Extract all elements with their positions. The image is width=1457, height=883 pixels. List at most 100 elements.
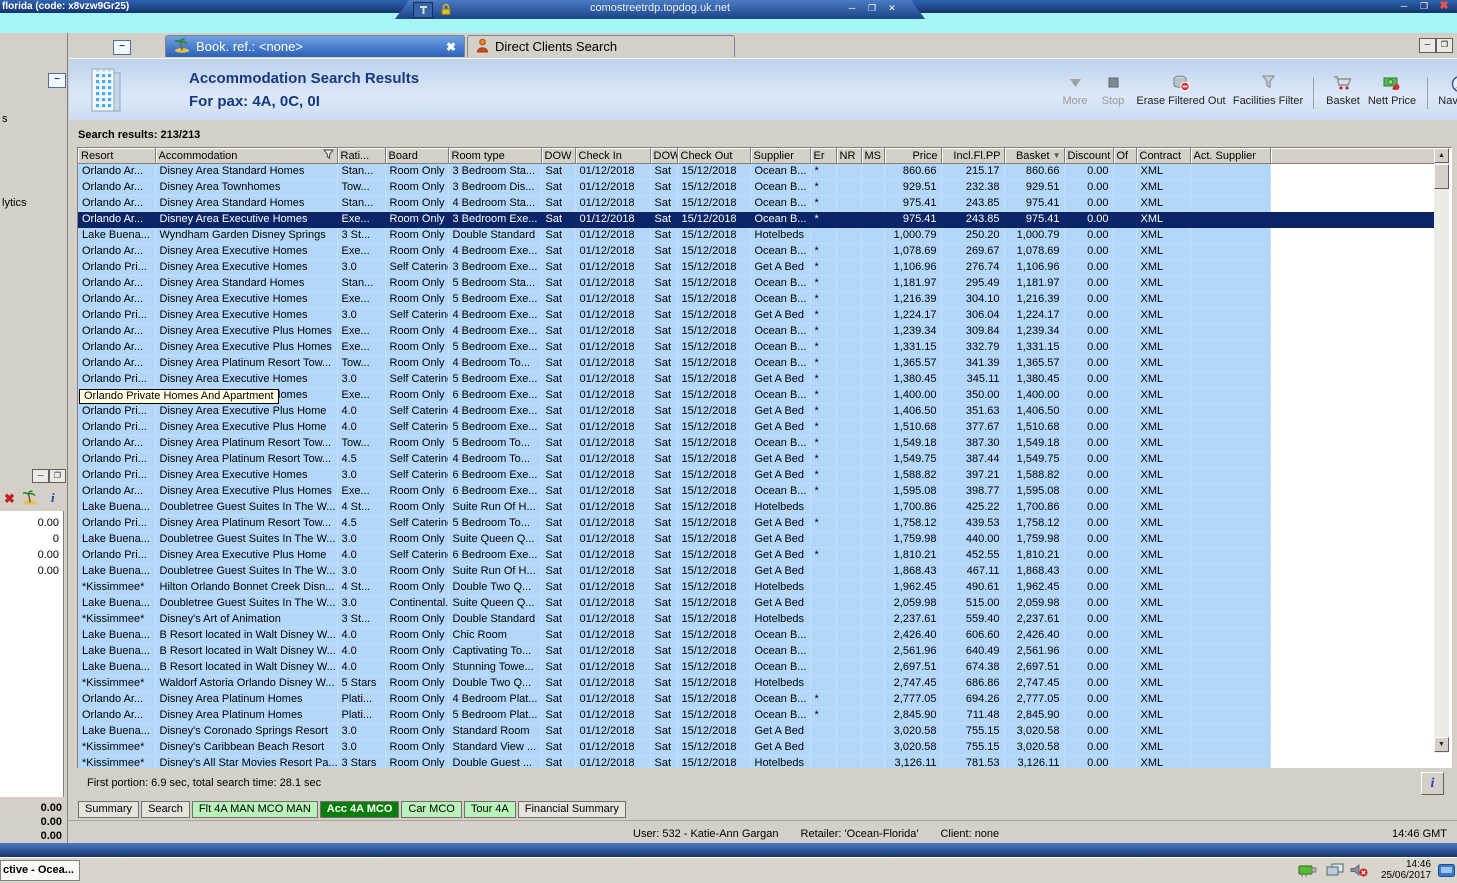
table-row[interactable]: Orlando Pri... Disney Area Platinum Resor… — [78, 515, 1434, 532]
col-contract[interactable]: Contract — [1136, 148, 1191, 164]
col-act-supplier[interactable]: Act. Supplier — [1190, 148, 1271, 164]
window-close-icon[interactable]: ✖ — [1436, 0, 1452, 13]
remote-monitors-icon[interactable] — [1326, 863, 1344, 883]
column-filter-funnel-icon[interactable] — [322, 149, 334, 163]
panel-minimize-icon[interactable]: ─ — [32, 469, 49, 483]
table-row[interactable]: Lake Buena... Doubletree Guest Suites In … — [78, 499, 1434, 516]
table-row[interactable]: *Kissimmee* Waldorf Astoria Orlando Disne… — [78, 675, 1434, 692]
table-row[interactable]: Orlando Ar...Disney Area Executive Homes… — [78, 243, 1434, 260]
col-of[interactable]: Of — [1113, 148, 1137, 164]
col-price[interactable]: Price — [884, 148, 942, 164]
sidebar-collapse-icon[interactable]: − — [48, 73, 66, 88]
table-row[interactable]: Orlando Ar...Disney Area Executive Homes… — [78, 211, 1434, 228]
table-row[interactable]: *Kissimmee* Hilton Orlando Bonnet Creek D… — [78, 579, 1434, 596]
col-accommodation[interactable]: Accommodation — [155, 148, 338, 164]
col-basket[interactable]: Basket ▼ — [1004, 148, 1065, 164]
info-button[interactable]: i — [1421, 772, 1444, 795]
nett-price-button[interactable]: Nett Price — [1361, 75, 1423, 113]
table-row[interactable]: Orlando Ar... Disney Area Standard Homes S… — [78, 163, 1434, 180]
navigate-button[interactable]: Navigate — [1431, 75, 1457, 113]
table-row[interactable]: *Kissimmee* Disney's Art of Animation 3 St… — [78, 611, 1434, 628]
tab-car[interactable]: Car MCO — [401, 801, 462, 818]
vertical-scrollbar[interactable]: ▲ ▼ — [1434, 148, 1449, 753]
table-row[interactable]: Lake Buena... Doubletree Guest Suites In … — [78, 595, 1434, 612]
tab-accommodation[interactable]: Acc 4A MCO — [319, 801, 400, 818]
scroll-down-icon[interactable]: ▼ — [1434, 737, 1449, 752]
table-row[interactable]: Lake Buena... B Resort located in Walt Di… — [78, 659, 1434, 676]
table-row[interactable]: Orlando Ar... Disney Area Platinum Resort… — [78, 355, 1434, 372]
col-check-out[interactable]: Check Out — [677, 148, 751, 164]
col-dow-out[interactable]: DOW — [650, 148, 678, 164]
network-icon[interactable] — [1298, 863, 1318, 883]
table-row[interactable]: Orlando Ar... Disney Area Townhomes Tow...… — [78, 179, 1434, 196]
display-icon[interactable] — [1438, 864, 1455, 882]
table-row[interactable]: Lake Buena... Doubletree Guest Suites In … — [78, 531, 1434, 548]
col-board[interactable]: Board — [385, 148, 449, 164]
col-supplier[interactable]: Supplier — [750, 148, 811, 164]
col-ms[interactable]: MS — [861, 148, 885, 164]
window-minimize-icon[interactable]: ─ — [1396, 0, 1412, 13]
table-row[interactable]: Orlando Pri... Disney Area Executive Plus… — [78, 419, 1434, 436]
table-row[interactable]: Orlando Pri... Disney Area Executive Home… — [78, 259, 1434, 276]
tab-booking-ref[interactable]: Book. ref.: <none> ✖ — [165, 35, 465, 57]
table-row[interactable]: Orlando Pri... Disney Area Executive Home… — [78, 307, 1434, 324]
col-dow-in[interactable]: DOW — [541, 148, 576, 164]
panel-close-icon[interactable]: ✖ — [4, 491, 15, 507]
table-row[interactable]: Lake Buena... B Resort located in Walt Di… — [78, 643, 1434, 660]
table-row[interactable]: Orlando Ar... Disney Area Executive Plus … — [78, 323, 1434, 340]
table-row[interactable]: Orlando Ar... Disney Area Platinum Homes P… — [78, 707, 1434, 724]
tab-close-icon[interactable]: ✖ — [446, 40, 456, 54]
rdp-close-icon[interactable]: ✕ — [883, 2, 901, 15]
col-er[interactable]: Er — [810, 148, 837, 164]
table-row[interactable]: Orlando Pri... Disney Area Platinum Resor… — [78, 451, 1434, 468]
tabbar-collapse-icon[interactable]: − — [113, 40, 131, 55]
cell: 640.49 — [941, 643, 1005, 660]
table-row[interactable]: Orlando Ar...Disney Area Executive Homes… — [78, 387, 1434, 404]
col-rating[interactable]: Rati... — [337, 148, 386, 164]
table-row[interactable]: Lake Buena... Doubletree Guest Suites In … — [78, 563, 1434, 580]
col-incl-fl-pp[interactable]: Incl.Fl.PP — [941, 148, 1005, 164]
table-row[interactable]: Lake Buena... B Resort located in Walt Di… — [78, 627, 1434, 644]
cell — [836, 595, 862, 612]
col-resort[interactable]: Resort — [78, 148, 156, 164]
table-row[interactable]: Orlando Ar... Disney Area Standard Homes S… — [78, 275, 1434, 292]
child-restore-icon[interactable]: ❐ — [1436, 38, 1453, 53]
panel-restore-icon[interactable]: ❐ — [49, 469, 66, 483]
taskbar-clock[interactable]: 14:46 25/06/2017 — [1381, 859, 1431, 881]
rdp-minimize-icon[interactable]: ─ — [843, 2, 861, 15]
table-row[interactable]: Orlando Pri... Disney Area Executive Home… — [78, 467, 1434, 484]
table-row[interactable]: Orlando Ar... Disney Area Platinum Resort… — [78, 435, 1434, 452]
rdp-restore-icon[interactable]: ❐ — [863, 2, 881, 15]
facilities-filter-button[interactable]: Facilities Filter — [1227, 75, 1309, 113]
table-row[interactable]: Orlando Pri... Disney Area Executive Plus… — [78, 403, 1434, 420]
col-room-type[interactable]: Room type — [448, 148, 542, 164]
tab-summary[interactable]: Summary — [78, 801, 140, 818]
table-row[interactable]: Orlando Ar... Disney Area Platinum Homes P… — [78, 691, 1434, 708]
scrollbar-thumb[interactable] — [1434, 164, 1449, 189]
muted-speaker-icon[interactable] — [1350, 863, 1369, 883]
table-row[interactable]: Orlando Ar...Disney Area Executive Homes… — [78, 291, 1434, 308]
tab-search[interactable]: Search — [141, 801, 190, 818]
col-nr[interactable]: NR — [836, 148, 862, 164]
child-minimize-icon[interactable]: ─ — [1419, 38, 1436, 53]
table-row[interactable]: *Kissimmee* Disney's Caribbean Beach Reso… — [78, 739, 1434, 756]
table-row[interactable]: Lake Buena... Disney's Coronado Springs R… — [78, 723, 1434, 740]
table-row[interactable]: Orlando Ar... Disney Area Executive Plus … — [78, 483, 1434, 500]
tab-financial-summary[interactable]: Financial Summary — [517, 801, 626, 818]
col-discount[interactable]: Discount — [1064, 148, 1114, 164]
window-maximize-icon[interactable]: ❐ — [1416, 0, 1432, 13]
erase-filtered-out-button[interactable]: Erase Filtered Out — [1133, 75, 1229, 113]
table-row[interactable]: Orlando Ar... Disney Area Executive Plus … — [78, 339, 1434, 356]
table-row[interactable]: Orlando Pri... Disney Area Executive Home… — [78, 371, 1434, 388]
table-row[interactable]: Orlando Pri... Disney Area Executive Plus… — [78, 547, 1434, 564]
palm-tree-icon[interactable] — [22, 490, 38, 510]
tab-direct-clients-search[interactable]: Direct Clients Search — [467, 35, 735, 57]
scroll-up-icon[interactable]: ▲ — [1434, 148, 1449, 163]
tab-tour[interactable]: Tour 4A — [463, 801, 516, 818]
col-check-in[interactable]: Check In — [575, 148, 651, 164]
table-row[interactable]: Lake Buena... Wyndham Garden Disney Sprin… — [78, 227, 1434, 244]
tab-flight[interactable]: Flt 4A MAN MCO MAN — [191, 801, 318, 818]
taskbar-app-button[interactable]: ctive - Ocea... — [0, 860, 80, 881]
table-row[interactable]: Orlando Ar... Disney Area Standard Homes S… — [78, 195, 1434, 212]
panel-info-icon[interactable]: i — [51, 490, 55, 506]
